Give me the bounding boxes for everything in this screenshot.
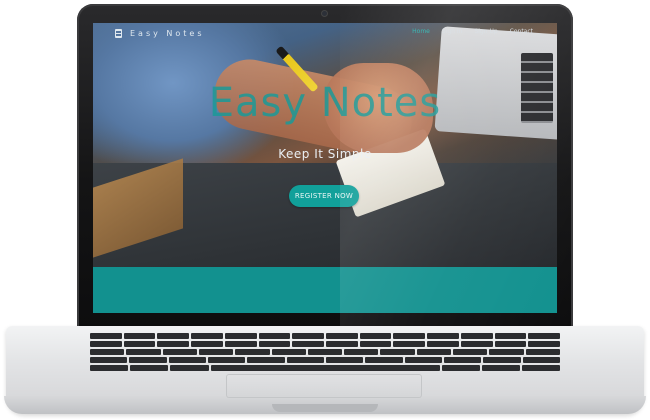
key <box>292 333 324 339</box>
key <box>286 357 324 363</box>
key <box>157 333 190 339</box>
key <box>528 333 561 339</box>
key <box>443 357 482 363</box>
website-screen: Easy Notes Home Sign In Sign Up Contact … <box>93 23 557 313</box>
keyboard-row <box>89 349 561 355</box>
key <box>258 333 291 339</box>
key <box>258 341 291 347</box>
hero-title: Easy Notes <box>208 80 442 126</box>
key <box>326 357 364 363</box>
key <box>521 365 561 371</box>
key <box>191 333 223 339</box>
key <box>157 341 190 347</box>
key <box>198 349 234 355</box>
key <box>344 349 379 355</box>
teal-section <box>93 267 557 313</box>
hero-background <box>93 23 557 267</box>
key <box>129 357 167 363</box>
key <box>494 341 527 347</box>
key <box>359 341 392 347</box>
nav-link-contact[interactable]: Contact <box>510 28 533 35</box>
keyboard-row <box>89 365 561 371</box>
spacebar <box>210 365 440 371</box>
key <box>483 357 521 363</box>
key <box>168 357 207 363</box>
key <box>489 349 524 355</box>
key <box>359 333 392 339</box>
trackpad <box>226 374 422 398</box>
camera-icon <box>322 11 327 16</box>
key <box>365 357 403 363</box>
key <box>525 349 561 355</box>
key <box>393 341 426 347</box>
key <box>90 357 128 363</box>
key <box>123 341 156 347</box>
key <box>235 349 270 355</box>
key <box>224 333 257 339</box>
key <box>191 341 223 347</box>
key <box>224 341 257 347</box>
key <box>247 357 285 363</box>
key <box>380 349 415 355</box>
key <box>427 341 459 347</box>
nav-links: Home Sign In Sign Up Contact <box>412 28 533 35</box>
key <box>326 333 358 339</box>
key <box>126 349 161 355</box>
key <box>271 349 306 355</box>
key <box>528 341 561 347</box>
nav-link-sign-in[interactable]: Sign In <box>442 28 463 35</box>
key <box>307 349 343 355</box>
key <box>522 357 560 363</box>
keyboard-row <box>90 357 560 363</box>
key <box>460 341 493 347</box>
key <box>441 365 480 371</box>
key <box>162 349 197 355</box>
key <box>494 333 527 339</box>
key <box>292 341 324 347</box>
keyboard-row <box>89 341 561 347</box>
key <box>89 333 122 339</box>
top-navigation: Easy Notes Home Sign In Sign Up Contact <box>93 23 557 43</box>
keyboard-row <box>89 333 561 339</box>
key <box>89 365 129 371</box>
key <box>130 365 169 371</box>
key <box>404 357 442 363</box>
key <box>208 357 246 363</box>
key <box>481 365 520 371</box>
key <box>89 349 125 355</box>
key <box>427 333 459 339</box>
notebook-icon <box>115 28 122 38</box>
brand-logo[interactable]: Easy Notes <box>115 27 205 39</box>
key <box>416 349 452 355</box>
key <box>393 333 426 339</box>
key <box>89 341 122 347</box>
hero-subtitle: Keep It Simple <box>278 147 372 161</box>
key <box>453 349 488 355</box>
key <box>326 341 358 347</box>
key <box>460 333 493 339</box>
register-now-button[interactable]: REGISTER NOW <box>289 185 359 207</box>
nav-link-home[interactable]: Home <box>412 28 430 35</box>
brand-name: Easy Notes <box>130 28 205 38</box>
laptop-notch <box>272 404 378 412</box>
nav-link-sign-up[interactable]: Sign Up <box>474 28 497 35</box>
key <box>170 365 209 371</box>
keyboard <box>89 333 561 371</box>
key <box>123 333 156 339</box>
